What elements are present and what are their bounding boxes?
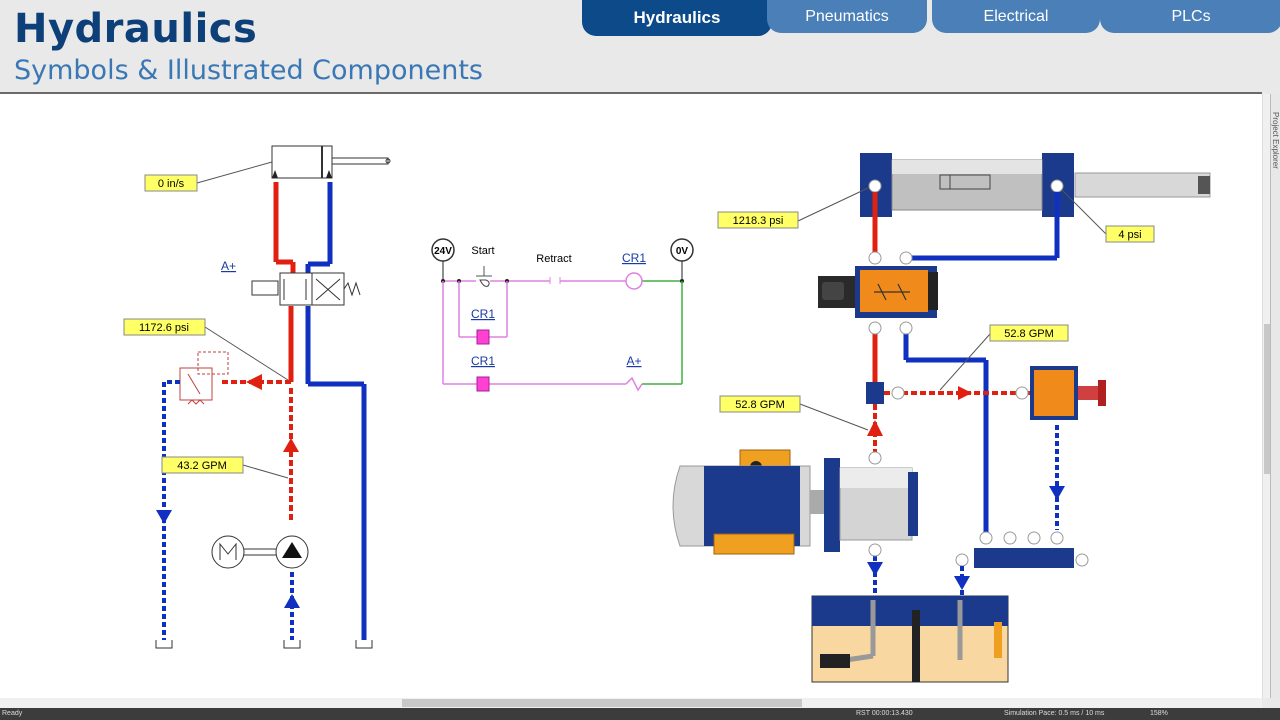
motor-symbol[interactable]: [211, 535, 245, 569]
app-header: Hydraulics Symbols & Illustrated Compone…: [0, 0, 1280, 92]
solenoid-a-output[interactable]: [625, 376, 643, 392]
horizontal-scroll-thumb[interactable]: [402, 699, 802, 707]
cr1-contact-label-a[interactable]: CR1: [471, 307, 495, 321]
horizontal-scrollbar[interactable]: [0, 698, 1262, 708]
page-subtitle: Symbols & Illustrated Components: [14, 55, 483, 86]
circuit-drawing: A+ 0 in/s 1172.6 psi 43.2 GPM 24V 0V Sta…: [123, 145, 1211, 683]
illustrated-cylinder[interactable]: [860, 153, 1211, 217]
cr1-contact-output[interactable]: [476, 376, 490, 392]
status-ready: Ready: [2, 710, 23, 717]
start-pushbutton[interactable]: [476, 266, 492, 287]
cap-pressure-label: 1218.3 psi: [733, 215, 784, 227]
status-time: RST 00:00:13.430: [856, 710, 913, 717]
project-explorer-panel[interactable]: [1270, 94, 1280, 698]
retract-button-label: Retract: [536, 253, 571, 265]
directional-valve-symbol[interactable]: [279, 272, 313, 306]
status-bar: Ready RST 00:00:13.430 Simulation Pace: …: [0, 708, 1280, 720]
illustrated-reservoir[interactable]: [811, 595, 1009, 683]
tab-hydraulics[interactable]: Hydraulics: [582, 0, 772, 36]
cr1-contact-label-b[interactable]: CR1: [471, 354, 495, 368]
rail-24v: 24V: [434, 246, 452, 257]
tab-pneumatics[interactable]: Pneumatics: [767, 0, 927, 33]
relief-pressure-label: 1172.6 psi: [139, 322, 189, 334]
category-tabs: Hydraulics Pneumatics Electrical PLCs: [582, 0, 1280, 36]
status-sim-pace: Simulation Pace: 0.5 ms / 10 ms: [1004, 710, 1105, 717]
rod-pressure-label: 4 psi: [1118, 229, 1141, 241]
cr1-coil[interactable]: [625, 272, 643, 290]
return-manifold[interactable]: [974, 548, 1074, 568]
output-a-label[interactable]: A+: [626, 354, 641, 368]
retract-pushbutton[interactable]: [545, 277, 565, 284]
status-zoom[interactable]: 158%: [1150, 710, 1168, 717]
cr1-coil-label[interactable]: CR1: [622, 251, 646, 265]
cylinder-speed-label: 0 in/s: [158, 178, 185, 190]
pump-flow-label: 43.2 GPM: [177, 460, 227, 472]
relief-valve-symbol[interactable]: [179, 367, 213, 401]
illustrated-relief-valve[interactable]: [1030, 366, 1106, 420]
project-explorer-label[interactable]: Project Explorer: [1271, 112, 1280, 169]
hydraulic-schematic: A+ 0 in/s 1172.6 psi 43.2 GPM: [123, 145, 391, 649]
return-flow-label: 52.8 GPM: [1004, 328, 1054, 340]
supply-flow-label: 52.8 GPM: [735, 399, 785, 411]
tab-electrical[interactable]: Electrical: [932, 0, 1100, 33]
page-title: Hydraulics: [14, 6, 258, 52]
start-button-label: Start: [471, 245, 494, 257]
illustrated-system: 1218.3 psi 4 psi 52.8 GPM 52.8 GPM: [672, 153, 1211, 683]
solenoid-label[interactable]: A+: [221, 259, 236, 273]
tab-plcs[interactable]: PLCs: [1100, 0, 1280, 33]
ladder-diagram: 24V 0V Start Retract CR1 CR1 CR1 A+: [431, 238, 694, 392]
cr1-contact-seal[interactable]: [476, 329, 490, 345]
rail-0v: 0V: [676, 246, 689, 257]
illustrated-motor-pump[interactable]: [672, 449, 918, 555]
illustrated-directional-valve[interactable]: [818, 266, 938, 318]
